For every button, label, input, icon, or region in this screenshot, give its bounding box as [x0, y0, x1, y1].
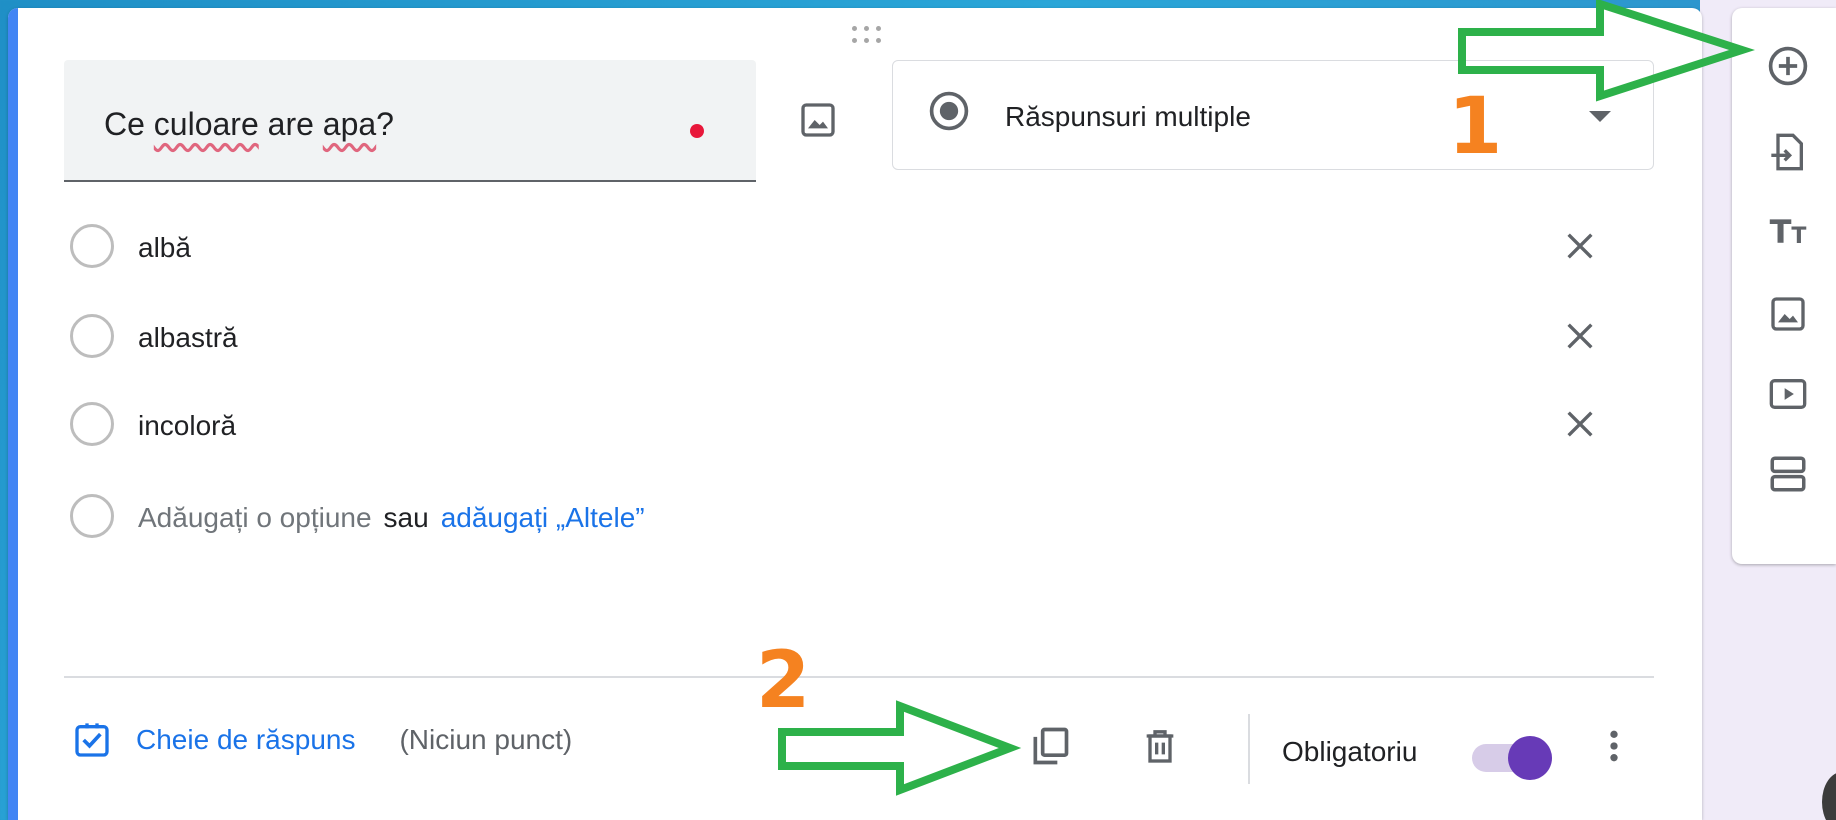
import-questions-icon	[1771, 133, 1803, 171]
footer-divider	[64, 676, 1654, 678]
remove-option-button[interactable]	[1560, 316, 1600, 356]
copy-icon	[1033, 727, 1069, 765]
more-vertical-icon	[1610, 730, 1618, 762]
option-row[interactable]: albastră	[64, 304, 1654, 364]
section-icon	[1770, 456, 1806, 492]
question-type-dropdown[interactable]: Răspunsuri multiple	[892, 60, 1654, 170]
required-toggle[interactable]	[1472, 736, 1554, 780]
option-label[interactable]: albă	[138, 232, 191, 264]
question-title-input[interactable]: Ce culoare are apa?	[64, 60, 756, 182]
radio-unchecked-icon	[70, 224, 114, 268]
duplicate-button[interactable]	[1024, 720, 1076, 772]
add-option-row: Adăugați o opțiune sau adăugați „Altele”	[64, 484, 1654, 544]
radio-unchecked-icon	[70, 402, 114, 446]
drag-handle-icon[interactable]	[846, 22, 886, 48]
required-indicator	[690, 124, 704, 138]
option-row[interactable]: incoloră	[64, 392, 1654, 452]
title-text-icon: TT	[1769, 213, 1807, 251]
trash-icon	[1146, 730, 1174, 763]
add-video-button[interactable]	[1762, 368, 1814, 420]
toggle-thumb	[1508, 736, 1552, 780]
add-other-link[interactable]: adăugați „Altele”	[441, 502, 645, 533]
floating-toolbar: TT	[1732, 8, 1836, 564]
points-label: (Niciun punct)	[399, 724, 573, 755]
more-options-button[interactable]	[1588, 720, 1640, 772]
required-label: Obligatoriu	[1282, 736, 1418, 767]
question-type-label: Răspunsuri multiple	[1005, 101, 1251, 132]
remove-option-button[interactable]	[1560, 226, 1600, 266]
close-icon	[1567, 411, 1593, 437]
add-question-button[interactable]	[1762, 40, 1814, 92]
remove-option-button[interactable]	[1560, 404, 1600, 444]
chevron-down-icon	[1589, 111, 1611, 122]
question-card: Ce culoare are apa? Răspunsuri multiple …	[8, 8, 1702, 820]
image-icon	[801, 103, 835, 137]
close-icon	[1567, 323, 1593, 349]
add-title-button[interactable]: TT	[1762, 206, 1814, 258]
radio-checked-icon	[929, 91, 969, 131]
close-icon	[1567, 233, 1593, 259]
import-questions-button[interactable]	[1762, 126, 1814, 178]
answer-key-button[interactable]: Cheie de răspuns (Niciun punct)	[72, 720, 572, 760]
add-image-tool-button[interactable]	[1762, 288, 1814, 340]
option-row[interactable]: albă	[64, 214, 1654, 274]
image-icon	[1771, 297, 1805, 331]
option-label[interactable]: albastră	[138, 322, 238, 354]
add-question-icon	[1768, 46, 1808, 86]
answer-key-label: Cheie de răspuns	[136, 724, 356, 755]
radio-unchecked-icon	[70, 314, 114, 358]
add-option-input[interactable]: Adăugați o opțiune	[138, 502, 372, 533]
card-active-accent	[8, 8, 18, 820]
add-option-or-text: sau	[383, 502, 429, 533]
option-label[interactable]: incoloră	[138, 410, 236, 442]
question-title-text: Ce culoare are apa?	[104, 106, 394, 142]
delete-button[interactable]	[1134, 720, 1186, 772]
footer-separator	[1248, 714, 1250, 784]
add-section-button[interactable]	[1762, 448, 1814, 500]
video-icon	[1769, 379, 1807, 409]
add-option-group: Adăugați o opțiune sau adăugați „Altele”	[138, 502, 645, 534]
radio-unchecked-icon	[70, 494, 114, 538]
add-image-button[interactable]	[794, 96, 842, 144]
answer-key-checkbox-icon	[75, 723, 109, 757]
